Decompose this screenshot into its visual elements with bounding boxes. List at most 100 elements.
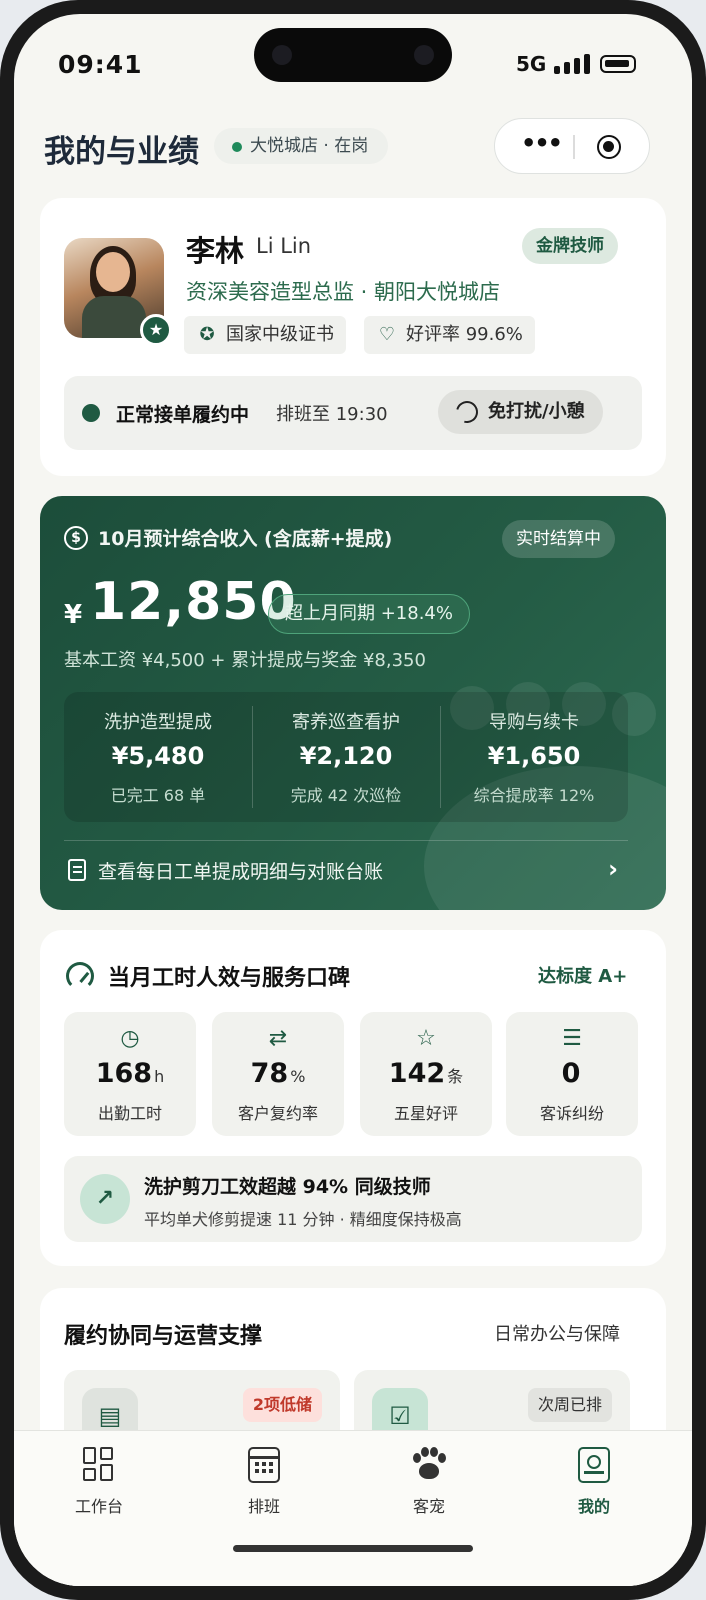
stat-grooming[interactable]: 洗护造型提成 ¥5,480 已完工 68 单 — [64, 692, 252, 822]
insight-banner[interactable]: ↗ 洗护剪刀工效超越 94% 同级技师 平均单犬修剪提速 11 分钟 · 精细度… — [64, 1156, 642, 1242]
tab-me[interactable]: 我的 — [534, 1447, 654, 1527]
home-indicator[interactable] — [233, 1545, 473, 1552]
ledger-icon — [68, 859, 86, 881]
profile-role: 资深美容造型总监 · 朝阳大悦城店 — [186, 280, 501, 304]
stat-value: ¥1,650 — [487, 742, 581, 770]
performance-title: 当月工时人效与服务口碑 — [108, 966, 351, 991]
profile-card: ★ 李林 Li Lin 金牌技师 资深美容造型总监 · 朝阳大悦城店 ✪ 国家中… — [40, 198, 666, 476]
stat-value: ¥5,480 — [111, 742, 205, 770]
certificate-tag[interactable]: ✪ 国家中级证书 — [184, 316, 346, 354]
rating-tag[interactable]: ♡ 好评率 99.6% — [364, 316, 535, 354]
duty-status-bar: 正常接单履约中 排班至 19:30 免打扰/小憩 — [64, 376, 642, 450]
clock-icon: ◷ — [120, 1026, 140, 1051]
metric-label: 五星好评 — [393, 1104, 458, 1123]
stat-value: ¥2,120 — [299, 742, 393, 770]
rating-label: 好评率 99.6% — [406, 324, 523, 345]
performance-grade[interactable]: 达标度 A+ — [538, 962, 627, 988]
growth-badge: 超上月同期 +18.4% — [268, 594, 470, 634]
calendar-icon — [248, 1447, 280, 1483]
metric-number: 78 — [250, 1058, 289, 1089]
stat-sales[interactable]: 导购与续卡 ¥1,650 综合提成率 12% — [440, 692, 628, 822]
operations-title: 履约协同与运营支撑 — [64, 1324, 263, 1349]
page-title: 我的与业绩 — [44, 134, 199, 170]
metric-value: 78% — [212, 1058, 344, 1089]
tab-label: 客宠 — [412, 1497, 445, 1516]
id-badge-icon — [578, 1447, 610, 1483]
metric-label: 客诉纠纷 — [539, 1104, 604, 1123]
miniapp-capsule: ••• — [494, 118, 650, 174]
low-stock-badge: 2项低储 — [242, 1388, 322, 1422]
income-breakdown: 基本工资 ¥4,500 + 累计提成与奖金 ¥8,350 — [64, 650, 426, 671]
star-badge-icon: ★ — [140, 314, 172, 346]
tab-label: 工作台 — [74, 1497, 123, 1516]
profile-name-en: Li Lin — [256, 234, 312, 258]
complaint-icon: ☰ — [562, 1026, 582, 1051]
metric-rebook[interactable]: ⇄ 78% 客户复约率 — [212, 1012, 344, 1136]
certificate-icon: ✪ — [199, 324, 215, 345]
metric-value: 168 h — [64, 1058, 196, 1089]
operations-sub: 日常办公与保障 — [494, 1324, 620, 1345]
income-detail-link[interactable]: 查看每日工单提成明细与对账台账 › — [64, 840, 628, 900]
metric-reviews[interactable]: ☆ 142 条 五星好评 — [360, 1012, 492, 1136]
schedule-badge: 次周已排 — [527, 1388, 612, 1422]
dollar-icon: $ — [64, 526, 88, 550]
page-header: 我的与业绩 大悦城店 · 在岗 ••• — [14, 104, 692, 174]
moon-icon — [451, 396, 483, 428]
paw-icon — [413, 1447, 446, 1483]
store-status-pill[interactable]: 大悦城店 · 在岗 — [214, 128, 389, 164]
metric-unit: % — [290, 1067, 306, 1086]
stat-sub: 综合提成率 12% — [473, 786, 595, 805]
more-icon[interactable]: ••• — [521, 129, 563, 157]
repeat-icon: ⇄ — [268, 1026, 288, 1051]
metric-value: 0 — [506, 1058, 638, 1089]
battery-icon — [600, 55, 636, 73]
level-badge: 金牌技师 — [522, 228, 618, 264]
profile-name: 李林 — [186, 234, 245, 268]
metric-number: 168 — [95, 1058, 153, 1089]
stat-sub: 完成 42 次巡检 — [290, 786, 402, 805]
income-detail-label: 查看每日工单提成明细与对账台账 — [98, 861, 384, 883]
duty-status: 正常接单履约中 — [116, 404, 250, 426]
currency-symbol: ¥ — [64, 600, 83, 630]
tab-pets[interactable]: 客宠 — [369, 1447, 489, 1527]
tab-label: 排班 — [247, 1497, 280, 1516]
star-icon: ☆ — [416, 1026, 436, 1051]
chevron-right-icon: › — [608, 855, 618, 883]
dnd-button[interactable]: 免打扰/小憩 — [438, 390, 603, 434]
trending-up-icon: ↗ — [80, 1174, 130, 1224]
metric-label: 客户复约率 — [237, 1104, 318, 1123]
metric-value: 142 条 — [360, 1058, 492, 1089]
online-dot-icon — [82, 404, 100, 422]
dashboard-icon — [83, 1447, 115, 1483]
network-label: 5G — [516, 52, 547, 76]
certificate-label: 国家中级证书 — [226, 324, 334, 345]
metric-number: 0 — [561, 1058, 581, 1089]
stat-label: 导购与续卡 — [489, 712, 579, 733]
close-miniapp-icon[interactable] — [597, 135, 621, 159]
metric-complaints[interactable]: ☰ 0 客诉纠纷 — [506, 1012, 638, 1136]
status-bar: 09:41 5G — [14, 50, 692, 80]
signal-icon — [554, 54, 590, 74]
tab-schedule[interactable]: 排班 — [204, 1447, 324, 1527]
stat-sub: 已完工 68 单 — [110, 786, 206, 805]
metric-number: 142 — [388, 1058, 446, 1089]
tab-workbench[interactable]: 工作台 — [39, 1447, 159, 1527]
stat-label: 寄养巡查看护 — [292, 712, 400, 733]
income-stats: 洗护造型提成 ¥5,480 已完工 68 单 寄养巡查看护 ¥2,120 完成 … — [64, 692, 628, 822]
capsule-divider — [573, 135, 575, 159]
income-title: 10月预计综合收入 (含底薪+提成) — [98, 528, 393, 550]
stat-label: 洗护造型提成 — [104, 712, 212, 733]
income-amount: 12,850 — [90, 572, 297, 632]
stat-boarding[interactable]: 寄养巡查看护 ¥2,120 完成 42 次巡检 — [252, 692, 440, 822]
insight-title: 洗护剪刀工效超越 94% 同级技师 — [144, 1176, 431, 1198]
tab-bar: 工作台 排班 客宠 我的 — [14, 1430, 692, 1586]
metric-unit: 条 — [447, 1067, 464, 1086]
metric-label: 出勤工时 — [97, 1104, 162, 1123]
settle-status-pill: 实时结算中 — [502, 520, 615, 558]
duty-schedule: 排班至 19:30 — [276, 404, 388, 425]
income-card: $ 10月预计综合收入 (含底薪+提成) 实时结算中 ¥ 12,850 超上月同… — [40, 496, 666, 910]
metric-hours[interactable]: ◷ 168 h 出勤工时 — [64, 1012, 196, 1136]
phone-frame: 09:41 5G 我的与业绩 大悦城店 · 在岗 ••• ★ 李林 Li Lin — [0, 0, 706, 1600]
metric-unit: h — [154, 1067, 165, 1086]
tab-label: 我的 — [577, 1497, 610, 1516]
